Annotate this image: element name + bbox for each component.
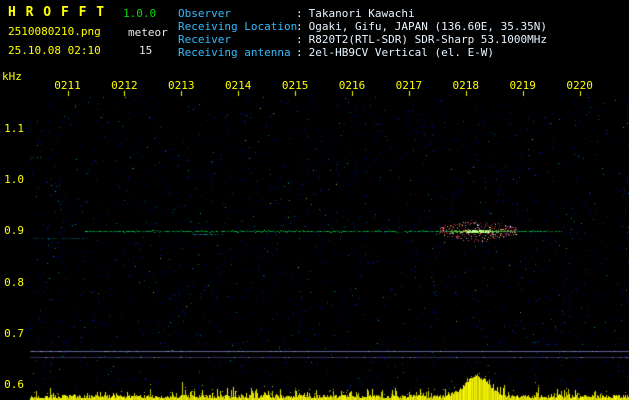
time-tick-label: 0220 [566,79,593,92]
info-value: Takanori Kawachi [308,7,415,20]
info-row-location: Receiving Location: Ogaki, Gifu, JAPAN (1… [178,20,547,33]
freq-tick-label: 0.9 [4,224,24,238]
info-row-antenna: Receiving antenna:2el-HB9CV Vertical (el… [178,46,547,59]
hrofft-output-screen: H R O F F T 1.0.0 2510080210.png meteor … [0,0,629,400]
time-tick-label: 0213 [168,79,195,92]
info-row-observer: Observer: Takanori Kawachi [178,7,547,20]
station-info: Observer: Takanori Kawachi Receiving Loca… [178,7,547,59]
time-tick-label: 0217 [395,79,423,92]
info-value: R820T2(RTL-SDR) SDR-Sharp 53.1000MHz [308,33,548,46]
time-tick-label: 0219 [509,79,536,92]
info-separator: : [296,46,303,59]
app-version: 1.0.0 [123,7,157,20]
info-separator: : [296,33,303,46]
echo-count: 15 [139,44,153,57]
time-axis: 0211 0212 0213 0214 0215 0216 0217 0218 0219 0220 [0,79,629,92]
time-tick-label: 0212 [111,79,138,92]
time-tick-label: 0216 [338,79,366,92]
freq-tick-label: 0.8 [4,275,24,289]
freq-tick-label: 0.6 [4,378,24,391]
info-separator: : [296,7,303,20]
info-row-receiver: Receiver: R820T2(RTL-SDR) SDR-Sharp 53.10… [178,33,547,46]
mode-label: meteor [128,26,168,39]
time-tick-label: 0215 [281,79,309,92]
time-tick-label: 0218 [452,79,480,92]
info-value: Ogaki, Gifu, JAPAN (136.60E, 35.35N) [308,20,548,33]
freq-tick-label: 1.0 [4,173,24,187]
time-tick-label: 0211 [54,79,81,92]
time-tick-label: 0214 [224,79,252,92]
info-label: Receiver [178,33,231,46]
info-label: Observer [178,7,231,20]
freq-tick-label: 0.7 [4,326,24,340]
info-label: Receiving Location [178,20,298,33]
info-label: Receiving antenna [178,46,291,59]
info-value: 2el-HB9CV Vertical (el. E-W) [308,46,495,59]
spectrogram-canvas [0,0,629,400]
freq-axis: 1.1 1.0 0.9 0.8 0.7 0.6 [0,0,26,400]
info-separator: : [296,20,303,33]
freq-tick-label: 1.1 [4,122,24,135]
